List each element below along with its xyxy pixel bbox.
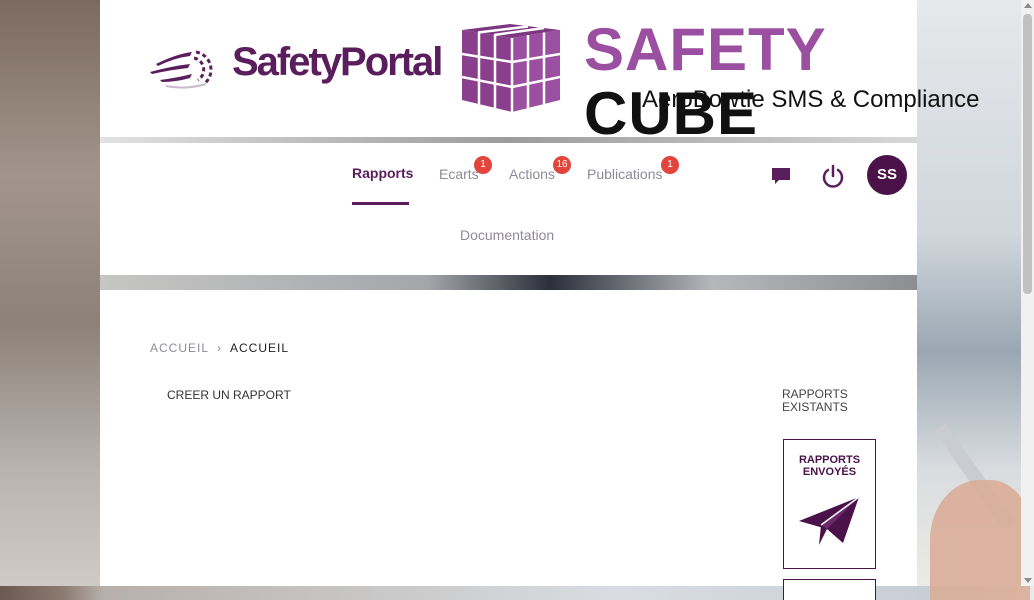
ecarts-count-badge: 1 [474, 156, 492, 174]
power-icon[interactable] [821, 163, 845, 194]
scroll-down-arrow[interactable] [1024, 578, 1032, 583]
sent-reports-label: RAPPORTS ENVOYÉS [798, 454, 861, 478]
nav-tab-rapports[interactable]: Rapports [352, 165, 413, 181]
sent-reports-card[interactable]: RAPPORTS ENVOYÉS [783, 439, 876, 569]
chat-icon[interactable] [770, 165, 792, 192]
background-photo-left [0, 0, 100, 586]
background-hand [930, 480, 1030, 600]
background-photo-strip [100, 275, 917, 290]
breadcrumb-home-link[interactable]: ACCUEIL [150, 341, 209, 355]
next-report-card[interactable] [783, 579, 876, 600]
safety-portal-logo-text: SafetyPortal [232, 40, 443, 84]
safety-cube-title: SAFETY CUBE [584, 18, 917, 146]
actions-count-badge: 16 [553, 156, 571, 174]
existing-reports-heading: RAPPORTS EXISTANTS [782, 387, 848, 414]
scrollbar-thumb[interactable] [1023, 14, 1032, 294]
user-avatar[interactable]: SS [867, 155, 907, 195]
title-safety: SAFETY [584, 16, 826, 83]
main-navigation: Rapports Ecarts 1 Actions 16 Publication… [100, 143, 917, 275]
main-content: ACCUEIL › ACCUEIL CREER UN RAPPORT RAPPORT… [100, 290, 917, 600]
breadcrumb: ACCUEIL › ACCUEIL [150, 341, 289, 355]
publications-count-badge: 1 [661, 156, 679, 174]
header-banner: SafetyPortal SAFETY CUBE AeroBowtie SMS … [100, 0, 979, 146]
safety-portal-logo-icon [146, 42, 226, 95]
paper-plane-icon [799, 496, 860, 545]
safety-cube-logo-icon [460, 24, 562, 117]
nav-tab-ecarts[interactable]: Ecarts [439, 166, 479, 182]
nav-tab-documentation[interactable]: Documentation [460, 227, 554, 243]
breadcrumb-current: ACCUEIL [230, 341, 290, 355]
banner-subtitle: AeroBowtie SMS & Compliance [642, 86, 980, 113]
chevron-right-icon: › [217, 341, 223, 355]
page-scrollbar[interactable] [1021, 0, 1034, 586]
active-tab-underline [352, 202, 409, 205]
scroll-up-arrow[interactable] [1024, 3, 1032, 8]
nav-tab-actions[interactable]: Actions [509, 166, 555, 182]
create-report-heading: CREER UN RAPPORT [167, 388, 291, 402]
nav-tab-publications[interactable]: Publications [587, 166, 663, 182]
